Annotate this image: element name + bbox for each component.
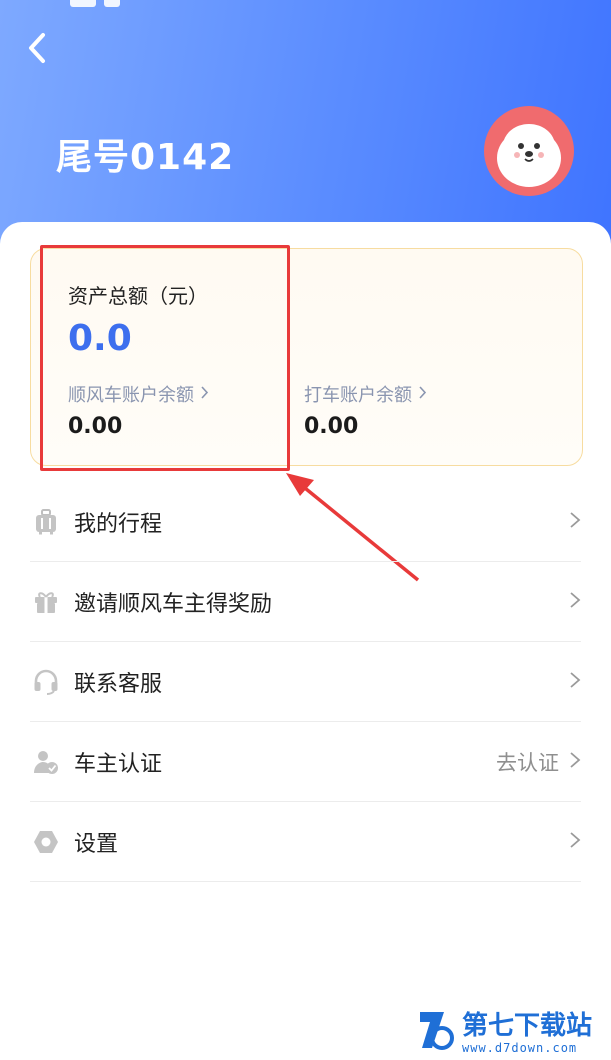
taxi-balance-label: 打车账户余额 (304, 385, 412, 406)
total-assets-label: 资产总额（元） (68, 284, 208, 308)
site-watermark: 第七下载站 www.d7down.com (416, 1008, 592, 1058)
menu-item-driver-verification[interactable]: 车主认证 去认证 (30, 722, 581, 802)
total-assets-value: 0.0 (68, 318, 132, 359)
menu-item-label: 邀请顺风车主得奖励 (74, 591, 273, 617)
taxi-balance-value: 0.00 (304, 414, 359, 439)
back-button[interactable] (20, 30, 54, 70)
luggage-icon (32, 508, 60, 536)
avatar[interactable] (484, 106, 574, 196)
menu-list: 我的行程 邀请顺风车主得奖励 联系客服 车主认证 去认证 设置 (30, 482, 581, 882)
menu-item-label: 车主认证 (74, 751, 163, 777)
status-bar-fragment (70, 0, 140, 7)
taxi-balance-link[interactable]: 打车账户余额 (304, 381, 427, 407)
carpool-balance-value: 0.00 (68, 414, 123, 439)
menu-item-customer-service[interactable]: 联系客服 (30, 642, 581, 722)
gift-icon (32, 588, 60, 616)
page-title: 尾号0142 (56, 137, 235, 178)
menu-item-settings[interactable]: 设置 (30, 802, 581, 882)
chevron-left-icon (27, 32, 47, 68)
menu-item-label: 我的行程 (74, 511, 163, 537)
d7-logo-icon (416, 1008, 456, 1058)
chevron-right-icon (569, 671, 581, 693)
watermark-url: www.d7down.com (462, 1040, 578, 1055)
watermark-title: 第七下载站 (462, 1010, 593, 1041)
menu-item-label: 联系客服 (74, 671, 163, 697)
headset-icon (32, 668, 60, 696)
chevron-right-icon (418, 384, 427, 405)
chevron-right-icon (569, 751, 581, 773)
chevron-right-icon (569, 511, 581, 533)
menu-item-invite-reward[interactable]: 邀请顺风车主得奖励 (30, 562, 581, 642)
chevron-right-icon (569, 591, 581, 613)
go-verify-link[interactable]: 去认证 (496, 747, 559, 777)
chevron-right-icon (200, 384, 209, 405)
carpool-balance-label: 顺风车账户余额 (68, 385, 194, 406)
hexagon-gear-icon (32, 828, 60, 856)
menu-item-label: 设置 (74, 831, 119, 857)
carpool-balance-link[interactable]: 顺风车账户余额 (68, 381, 209, 407)
user-verified-icon (32, 748, 60, 776)
menu-item-my-trips[interactable]: 我的行程 (30, 482, 581, 562)
chevron-right-icon (569, 831, 581, 853)
